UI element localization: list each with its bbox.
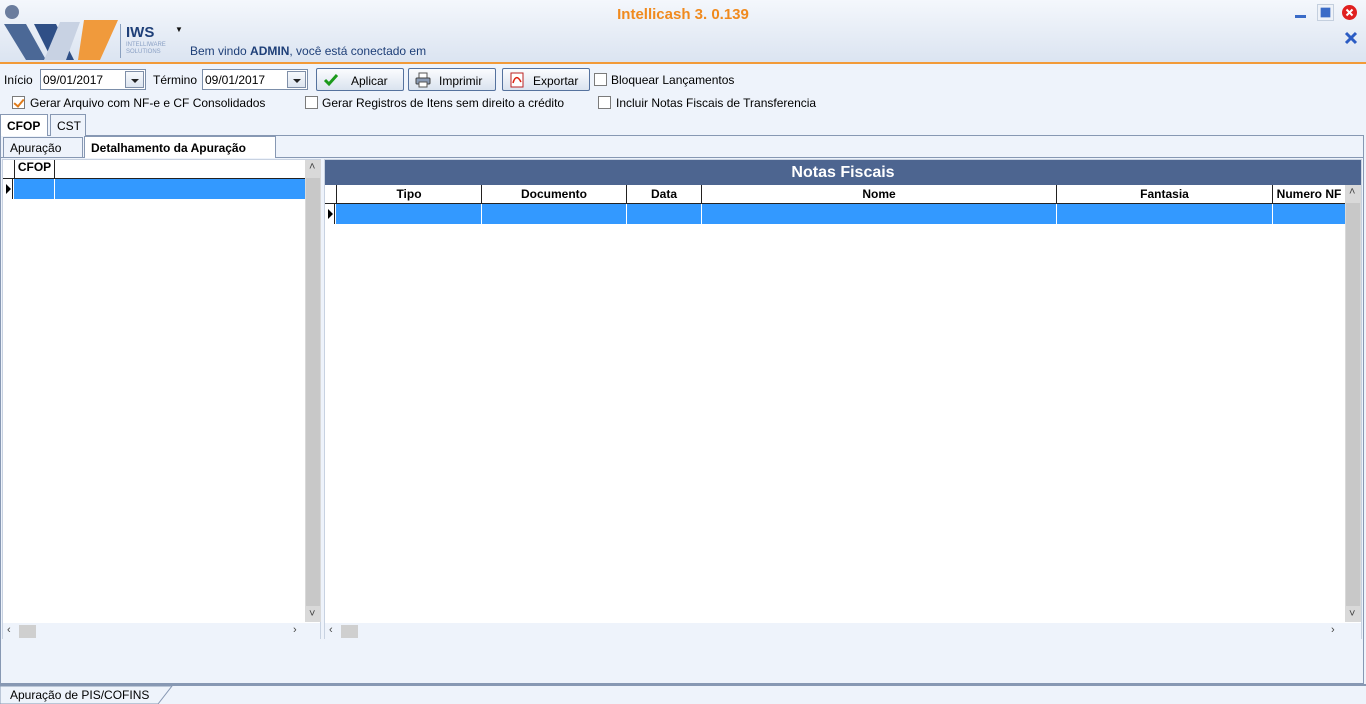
grid-corner-header [3, 160, 15, 179]
imprimir-button[interactable]: Imprimir [408, 68, 496, 91]
tab-apuracao-pis-cofins[interactable]: Apuração de PIS/COFINS [10, 688, 149, 702]
notas-fiscais-title: Notas Fiscais [325, 160, 1361, 185]
bloquear-label: Bloquear Lançamentos [611, 73, 735, 87]
scroll-thumb[interactable] [306, 178, 320, 606]
welcome-user: ADMIN [250, 44, 290, 58]
welcome-message: Bem vindo ADMIN, você está conectado em [190, 44, 427, 58]
menu-dropdown-arrow-icon[interactable]: ▼ [175, 25, 183, 34]
gerar-registros-checkbox[interactable] [305, 96, 318, 109]
bloquear-checkbox[interactable] [594, 73, 607, 86]
incluir-notas-label: Incluir Notas Fiscais de Transferencia [616, 96, 817, 110]
inicio-date-dropdown-icon[interactable] [125, 71, 144, 88]
column-header-numero-nf[interactable]: Numero NF [1273, 185, 1345, 204]
tab-cfop[interactable]: CFOP [0, 114, 48, 136]
close-form-icon[interactable] [1343, 30, 1359, 46]
column-header-documento[interactable]: Documento [482, 185, 627, 204]
tab-apuracao[interactable]: Apuração [3, 137, 83, 157]
cfop-grid[interactable]: CFOP ˄ ˅ ‹ › [2, 159, 321, 639]
column-header-tipo[interactable]: Tipo [337, 185, 482, 204]
scroll-thumb[interactable] [1346, 203, 1360, 606]
inicio-label: Início [4, 73, 33, 87]
scroll-down-icon[interactable]: ˅ [309, 608, 315, 620]
checkmark-icon [323, 74, 339, 87]
right-vertical-scrollbar[interactable]: ˄ ˅ [1345, 185, 1361, 622]
exportar-button[interactable]: Exportar [502, 68, 590, 91]
notas-fiscais-grid[interactable]: Notas Fiscais Tipo Documento Data Nome F… [324, 159, 1362, 639]
maximize-icon[interactable] [1317, 4, 1334, 21]
minimize-icon[interactable] [1292, 4, 1309, 21]
column-header-empty [55, 160, 305, 179]
column-header-fantasia[interactable]: Fantasia [1057, 185, 1273, 204]
printer-icon [415, 72, 431, 88]
app-header: IWS INTELLIWARE SOLUTIONS ▼ Bem vindo AD… [0, 0, 1366, 64]
left-vertical-scrollbar[interactable]: ˄ ˅ [305, 160, 321, 622]
termino-label: Término [153, 73, 198, 87]
scroll-left-icon[interactable]: ‹ [329, 624, 333, 636]
tab-detalhamento[interactable]: Detalhamento da Apuração [84, 136, 276, 158]
table-cell[interactable] [336, 204, 482, 224]
grid-corner-header [325, 185, 337, 204]
scroll-up-icon[interactable]: ˄ [1349, 186, 1355, 198]
row-indicator-icon [325, 204, 335, 224]
column-header-nome[interactable]: Nome [702, 185, 1057, 204]
left-horizontal-scrollbar[interactable]: ‹ › [3, 623, 320, 639]
app-title: Intellicash 3. 0.139 [617, 6, 749, 23]
column-header-data[interactable]: Data [627, 185, 702, 204]
incluir-notas-checkbox[interactable] [598, 96, 611, 109]
table-cell[interactable] [14, 179, 55, 199]
right-horizontal-scrollbar[interactable]: ‹ › [325, 623, 1361, 639]
table-row[interactable] [14, 179, 305, 199]
logo-separator [120, 24, 121, 58]
termino-date-value: 09/01/2017 [205, 73, 266, 87]
gerar-registros-label: Gerar Registros de Itens sem direito a c… [322, 96, 565, 110]
scroll-up-icon[interactable]: ˄ [309, 161, 315, 173]
table-cell[interactable] [482, 204, 627, 224]
table-cell[interactable] [702, 204, 1057, 224]
tab-cst[interactable]: CST [50, 114, 86, 136]
scroll-thumb[interactable] [19, 625, 36, 638]
scroll-right-icon[interactable]: › [293, 624, 297, 636]
scroll-thumb[interactable] [341, 625, 358, 638]
close-window-icon[interactable] [1341, 4, 1358, 21]
table-cell[interactable] [627, 204, 702, 224]
row-indicator-icon [3, 179, 13, 199]
gerar-arquivo-label: Gerar Arquivo com NF-e e CF Consolidados [30, 96, 266, 110]
table-row[interactable] [336, 204, 1345, 224]
termino-date-field[interactable]: 09/01/2017 [202, 69, 308, 90]
inicio-date-field[interactable]: 09/01/2017 [40, 69, 146, 90]
status-divider [0, 684, 1366, 686]
termino-date-dropdown-icon[interactable] [287, 71, 306, 88]
gerar-arquivo-checkbox[interactable] [12, 96, 25, 109]
scroll-left-icon[interactable]: ‹ [7, 624, 11, 636]
scroll-down-icon[interactable]: ˅ [1349, 608, 1355, 620]
column-header-cfop[interactable]: CFOP [15, 160, 55, 179]
brand-subtitle: INTELLIWARE SOLUTIONS [126, 42, 166, 55]
scroll-right-icon[interactable]: › [1331, 624, 1335, 636]
inicio-date-value: 09/01/2017 [43, 73, 104, 87]
aplicar-button[interactable]: Aplicar [316, 68, 404, 91]
pdf-export-icon [510, 72, 524, 88]
brand-name: IWS [126, 24, 155, 41]
table-cell[interactable] [1057, 204, 1273, 224]
